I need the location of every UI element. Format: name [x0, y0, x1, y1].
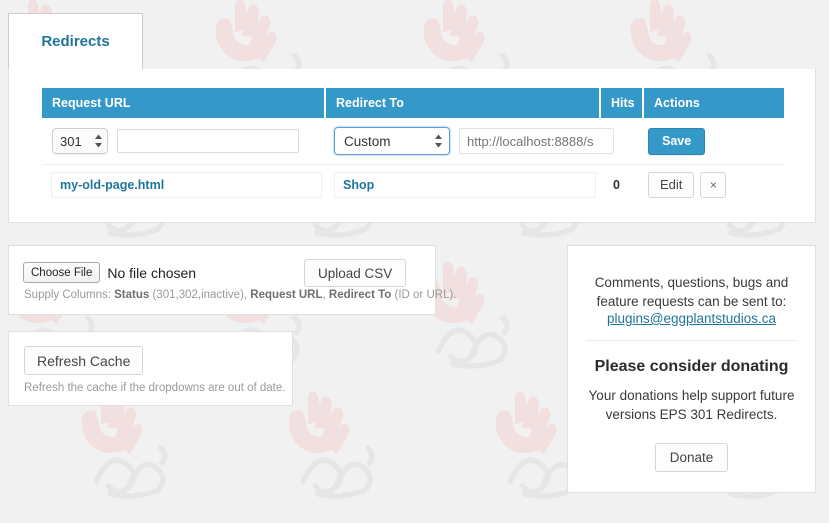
row-redirect-to-cell: Shop — [326, 165, 601, 204]
request-url-input[interactable] — [117, 129, 299, 153]
table-row: my-old-page.html Shop 0 Edit × — [42, 165, 784, 204]
file-picker-group: Choose File No file chosen — [23, 262, 196, 283]
upload-csv-button[interactable]: Upload CSV — [304, 259, 406, 287]
hint-status-rest: (301,302,inactive), — [149, 289, 250, 301]
hint-status-bold: Status — [114, 289, 149, 301]
refresh-cache-hint: Refresh the cache if the dropdowns are o… — [24, 382, 285, 394]
new-row-actions-cell: Save — [644, 118, 784, 164]
redirects-table: Request URL Redirect To Hits Actions 301 — [42, 88, 784, 204]
new-row-redirect-cell: Custom — [326, 118, 601, 164]
refresh-cache-button[interactable]: Refresh Cache — [24, 346, 143, 375]
refresh-cache-panel: Refresh Cache Refresh the cache if the d… — [8, 331, 293, 406]
contact-line-2: feature requests can be sent to: — [568, 292, 815, 311]
panel-divider — [586, 340, 797, 341]
target-select-wrapper[interactable]: Custom — [334, 127, 450, 155]
donate-button[interactable]: Donate — [655, 443, 729, 472]
redirect-url-input[interactable] — [459, 128, 614, 154]
donate-heading: Please consider donating — [568, 358, 815, 376]
new-row-request-cell: 301 — [42, 118, 326, 164]
tab-redirects-label: Redirects — [41, 33, 109, 50]
column-header-hits: Hits — [601, 88, 644, 118]
tab-redirects[interactable]: Redirects — [8, 13, 143, 70]
status-select-wrapper[interactable]: 301 — [52, 128, 108, 154]
info-donate-panel: Comments, questions, bugs and feature re… — [567, 245, 816, 493]
row-hits-cell: 0 — [601, 165, 644, 204]
status-select[interactable]: 301 — [52, 128, 108, 154]
donate-line-1: Your donations help support future — [568, 386, 815, 405]
hint-suffix: (ID or URL). — [391, 289, 456, 301]
contact-line-1: Comments, questions, bugs and — [568, 273, 815, 292]
row-redirect-to-value: Shop — [334, 172, 596, 198]
new-redirect-row: 301 Custom — [42, 118, 784, 165]
column-header-request-url: Request URL — [42, 88, 326, 118]
column-header-redirect-to: Redirect To — [326, 88, 601, 118]
column-header-actions: Actions — [644, 88, 784, 118]
plugin-admin-page: Redirects Request URL Redirect To Hits A… — [0, 0, 829, 523]
support-email-link[interactable]: plugins@eggplantstudios.ca — [607, 311, 776, 326]
hint-request-bold: Request URL — [250, 289, 322, 301]
tab-bar: Redirects — [8, 13, 816, 70]
choose-file-button[interactable]: Choose File — [23, 262, 100, 283]
donate-line-2: versions EPS 301 Redirects. — [568, 405, 815, 424]
save-button[interactable]: Save — [648, 128, 705, 155]
redirect-target-select[interactable]: Custom — [334, 127, 450, 155]
hint-prefix: Supply Columns: — [24, 289, 114, 301]
row-request-url-value: my-old-page.html — [51, 172, 322, 198]
file-name-label: No file chosen — [107, 265, 196, 281]
hint-redirect-bold: Redirect To — [329, 289, 391, 301]
edit-button[interactable]: Edit — [648, 172, 694, 198]
table-header-row: Request URL Redirect To Hits Actions — [42, 88, 784, 118]
row-request-url-cell: my-old-page.html — [42, 165, 326, 204]
new-row-hits-cell — [601, 118, 644, 164]
csv-upload-panel: Choose File No file chosen Upload CSV Su… — [8, 245, 436, 315]
redirects-panel: Request URL Redirect To Hits Actions 301 — [8, 69, 816, 223]
delete-button[interactable]: × — [700, 172, 726, 198]
row-actions-cell: Edit × — [644, 165, 784, 204]
row-hits-value: 0 — [601, 178, 644, 192]
csv-columns-hint: Supply Columns: Status (301,302,inactive… — [24, 289, 456, 301]
